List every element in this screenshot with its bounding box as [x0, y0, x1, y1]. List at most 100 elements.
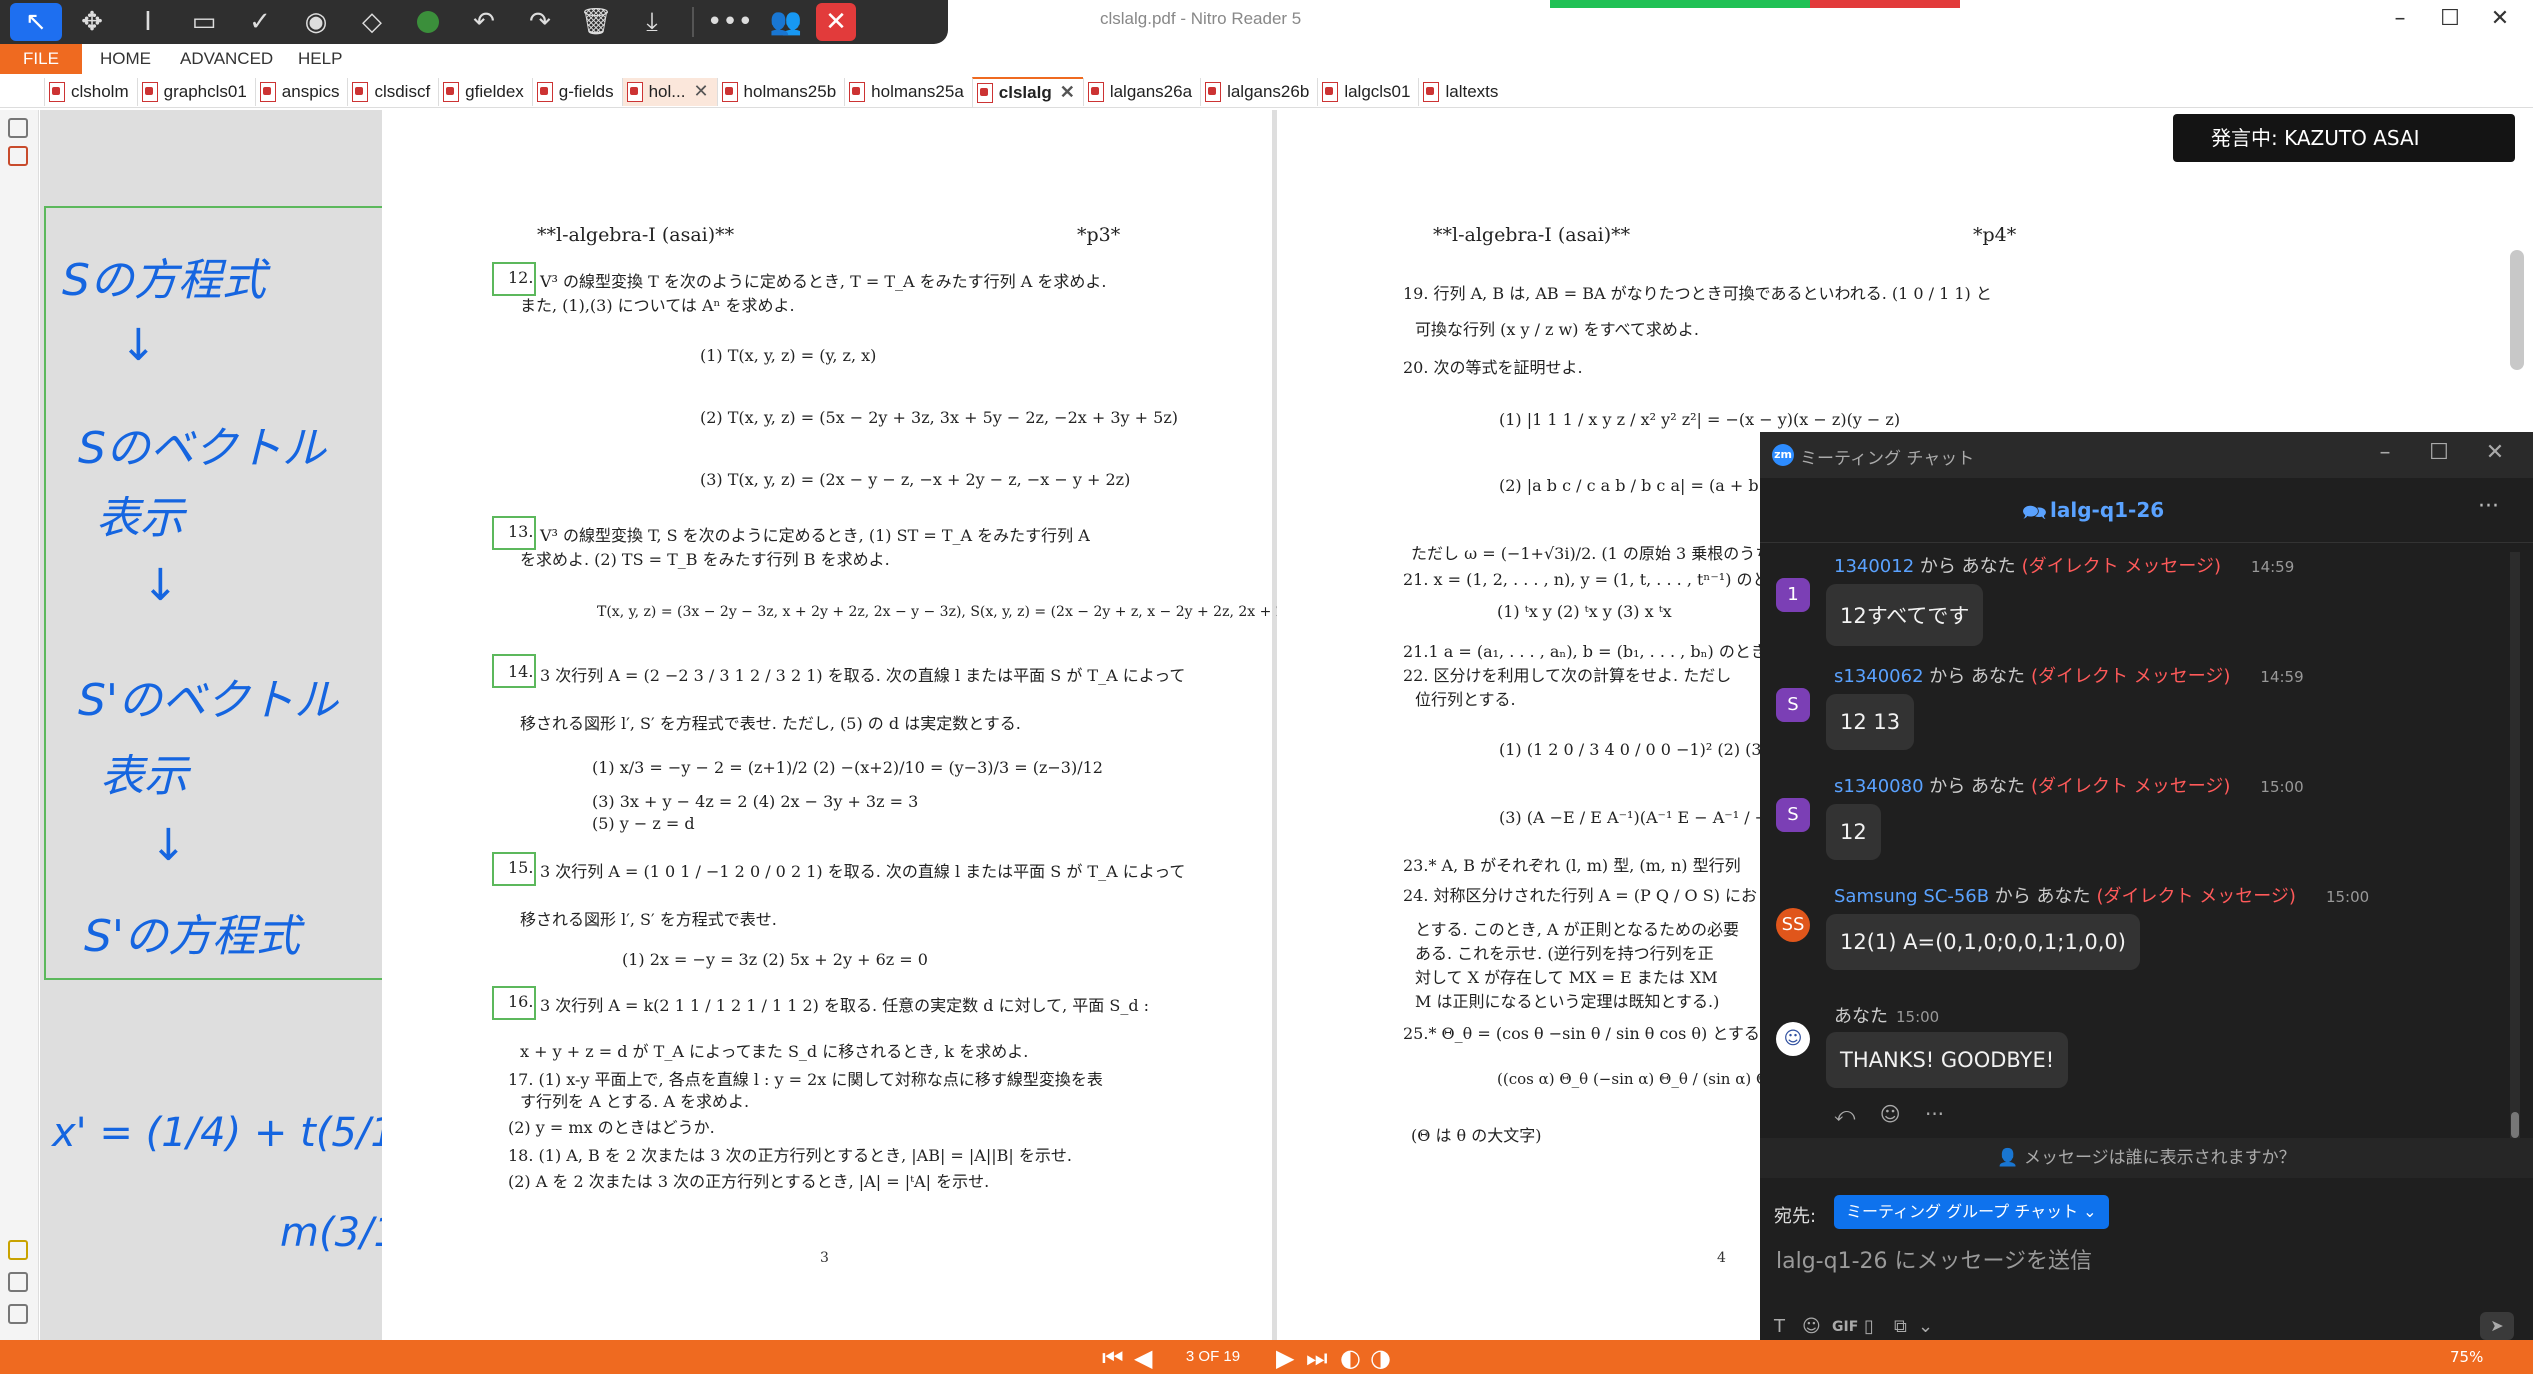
tab-laltexts[interactable]: laltexts	[1418, 77, 1506, 106]
format-text-icon[interactable]: T	[1774, 1316, 1785, 1337]
color-icon[interactable]	[402, 3, 454, 41]
question-text: とする. このとき, A が正則となるための必要	[1415, 920, 1740, 939]
redo-icon[interactable]: ↷	[514, 3, 566, 41]
message-sender[interactable]: s1340062	[1834, 666, 1924, 687]
message-bubble[interactable]: THANKS! GOODBYE!	[1826, 1032, 2069, 1088]
tab-lalgans26b[interactable]: lalgans26b	[1200, 77, 1317, 106]
chat-minimize-button[interactable]: –	[2370, 440, 2400, 465]
next-page-icon[interactable]: ▶	[1276, 1344, 1294, 1372]
attachments-panel-icon[interactable]	[8, 1272, 28, 1292]
pdf-icon	[443, 81, 460, 102]
back-view-icon[interactable]: ◐	[1340, 1344, 1361, 1372]
file-menu[interactable]: FILE	[0, 44, 82, 74]
tab-gfieldex[interactable]: gfieldex	[438, 77, 532, 106]
screenshot-icon[interactable]: ⧉	[1894, 1316, 1907, 1337]
trash-icon[interactable]: 🗑	[570, 3, 622, 41]
message-bubble[interactable]: 12(1) A=(0,1,0;0,0,1;1,0,0)	[1826, 914, 2140, 970]
question-text: (Θ は θ の大文字)	[1411, 1126, 1542, 1145]
recipient-dropdown[interactable]: ミーティング グループ チャット ⌄	[1834, 1195, 2109, 1229]
chat-scrollbar-thumb[interactable]	[2511, 1112, 2519, 1138]
zoom-level[interactable]: 75%	[2450, 1348, 2483, 1366]
tab-clslalg[interactable]: clslalg ✕	[971, 76, 1083, 107]
undo-icon[interactable]: ↶	[458, 3, 510, 41]
chat-message-input[interactable]	[1774, 1240, 2518, 1282]
pages-panel-icon[interactable]	[8, 118, 28, 138]
equation: (1) 2x = −y = 3z (2) 5x + 2y + 6z = 0	[622, 950, 928, 969]
menu-advanced[interactable]: ADVANCED	[180, 49, 273, 69]
comments-panel-icon[interactable]	[8, 1240, 28, 1260]
menu-help[interactable]: HELP	[298, 49, 342, 69]
maximize-button[interactable]: ☐	[2430, 6, 2470, 31]
message-more-icon[interactable]: ···	[1925, 1102, 1944, 1126]
menu-home[interactable]: HOME	[100, 49, 151, 69]
people-icon[interactable]: 👥	[760, 3, 812, 41]
more-icon[interactable]: •••	[704, 3, 756, 41]
eraser-icon[interactable]: ◇	[346, 3, 398, 41]
message-sender[interactable]: s1340080	[1834, 776, 1924, 797]
reply-icon[interactable]: ⤺	[1834, 1102, 1855, 1126]
last-page-icon[interactable]: ⏭	[1306, 1344, 1328, 1372]
download-icon[interactable]: ⤓	[626, 3, 678, 41]
tab-clsdiscf[interactable]: clsdiscf	[347, 77, 438, 106]
question-text: 18. (1) A, B を 2 次または 3 次の正方行列とするとき, |AB…	[508, 1146, 1072, 1165]
gif-icon[interactable]: GIF	[1832, 1319, 1858, 1335]
move-icon[interactable]: ✥	[66, 3, 118, 41]
handwriting-line: S'の方程式	[84, 911, 301, 962]
more-tools-chevron-icon[interactable]: ⌄	[1918, 1316, 1933, 1337]
chat-close-button[interactable]: ✕	[2480, 440, 2510, 465]
zoom-logo-icon: zm	[1772, 444, 1794, 466]
emoji-icon[interactable]: ☺	[1802, 1316, 1821, 1337]
chat-scrollbar[interactable]	[2510, 552, 2520, 1142]
stop-share-banner	[1810, 0, 1960, 8]
message-sender[interactable]: Samsung SC-56B	[1834, 886, 1989, 907]
tab-lalgans26a[interactable]: lalgans26a	[1082, 77, 1200, 106]
message-bubble[interactable]: 12すべてです	[1826, 584, 1984, 646]
tab-g-fields[interactable]: g-fields	[531, 77, 622, 106]
tab-anspics[interactable]: anspics	[254, 77, 348, 106]
equation: (3) 3x + y − 4z = 2 (4) 2x − 3y + 3z = 3	[592, 792, 919, 811]
send-button[interactable]: ➤	[2480, 1312, 2514, 1340]
rect-icon[interactable]: ▭	[178, 3, 230, 41]
annotation-toolbar: ↖ ✥ I ▭ ✓ ◉ ◇ ↶ ↷ 🗑 ⤓ ••• 👥 ✕	[0, 0, 948, 44]
question-text: 3 次行列 A = (2 −2 3 / 3 1 2 / 3 2 1) を取る. …	[540, 666, 1186, 685]
text-icon[interactable]: I	[122, 3, 174, 41]
tab-graphcls01[interactable]: graphcls01	[136, 77, 255, 106]
message-sender[interactable]: 1340012	[1834, 556, 1914, 577]
bookmarks-panel-icon[interactable]	[8, 146, 28, 166]
document-scrollbar[interactable]	[2510, 250, 2524, 370]
close-icon[interactable]: ✕	[816, 3, 856, 41]
tab-holmans25a[interactable]: holmans25a	[844, 77, 972, 106]
tab-clsholm[interactable]: clsholm	[44, 77, 137, 106]
first-page-icon[interactable]: ⏮	[1102, 1344, 1124, 1372]
ribbon	[0, 44, 2533, 74]
equation: (1) x/3 = −y − 2 = (z+1)/2 (2) −(x+2)/10…	[592, 758, 1103, 777]
forward-view-icon[interactable]: ◑	[1370, 1344, 1391, 1372]
tab-close-icon[interactable]: ✕	[1060, 82, 1075, 103]
chat-channel-name[interactable]: lalg-q1-26	[2050, 498, 2164, 522]
add-reaction-icon[interactable]: ☺	[1880, 1102, 1901, 1126]
more-options-icon[interactable]: ···	[2478, 494, 2499, 519]
tab-lalgcls01[interactable]: lalgcls01	[1317, 77, 1418, 106]
message-bubble[interactable]: 12	[1826, 804, 1881, 860]
layers-panel-icon[interactable]	[8, 1304, 28, 1324]
previous-page-icon[interactable]: ◀	[1134, 1344, 1152, 1372]
active-speaker-label: 発言中: KAZUTO ASAI	[2173, 114, 2515, 162]
minimize-button[interactable]: –	[2380, 6, 2420, 31]
question-text: 17. (1) x-y 平面上で, 各点を直線 l : y = 2x に関して対…	[508, 1070, 1103, 1089]
question-text: 移される図形 l′, S′ を方程式で表せ. ただし, (5) の d は実定数…	[520, 714, 1021, 733]
question-number: 16.	[508, 992, 534, 1011]
who-can-see-link[interactable]: 👤 メッセージは誰に表示されますか？	[1760, 1138, 2533, 1178]
select-icon[interactable]: ↖	[10, 3, 62, 41]
message-bubble[interactable]: 12 13	[1826, 694, 1915, 750]
tab-hol[interactable]: hol... ✕	[621, 77, 717, 106]
tab-close-icon[interactable]: ✕	[693, 81, 708, 102]
chat-maximize-button[interactable]: ☐	[2424, 440, 2454, 465]
stamp-icon[interactable]: ◉	[290, 3, 342, 41]
page-indicator[interactable]: 3 OF 19	[1176, 1346, 1250, 1368]
window-close-button[interactable]: ✕	[2480, 6, 2520, 31]
self-avatar: ☺	[1776, 1022, 1810, 1056]
check-icon[interactable]: ✓	[234, 3, 286, 41]
equation: (2) T(x, y, z) = (5x − 2y + 3z, 3x + 5y …	[700, 408, 1178, 427]
file-icon[interactable]: ▯	[1864, 1316, 1874, 1337]
tab-holmans25b[interactable]: holmans25b	[716, 77, 845, 106]
